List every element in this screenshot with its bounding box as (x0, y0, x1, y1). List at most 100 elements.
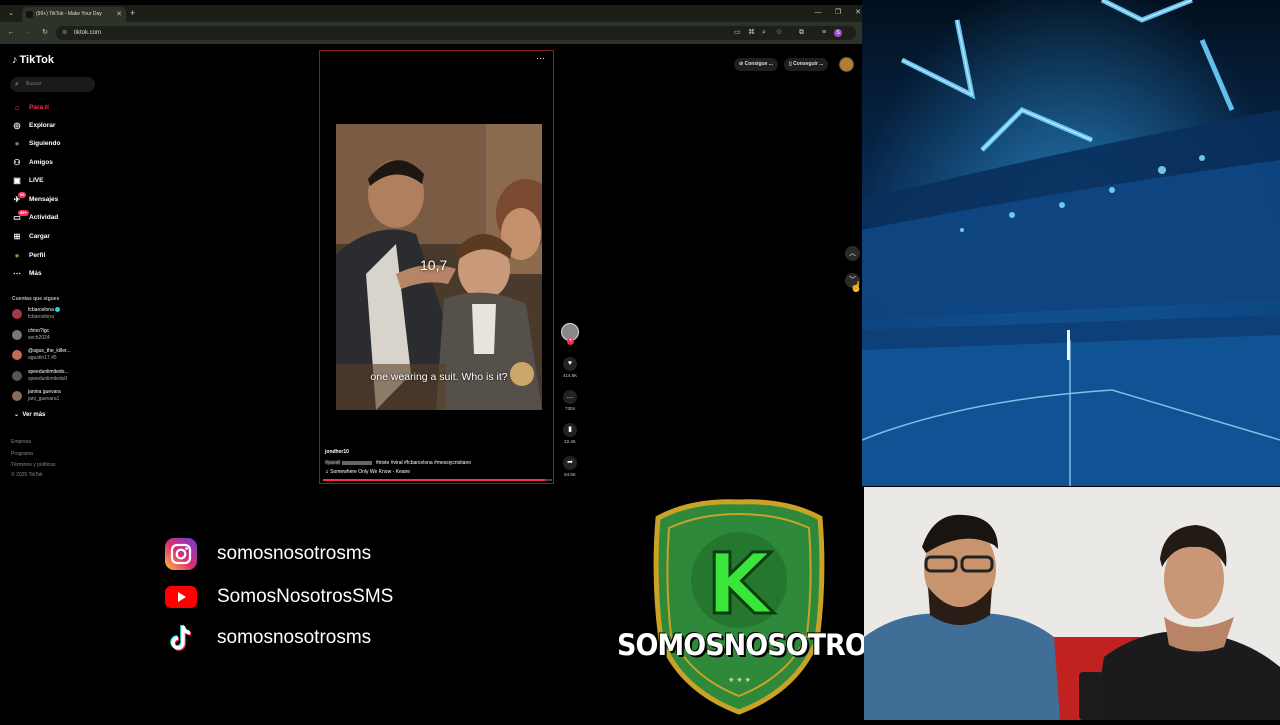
tiktok-page: ♪ TikTok ⌕ Buscar ⌂ Para ti ◎ Explorar ● Sigui… (0, 44, 862, 486)
sidebar-item-explorar[interactable]: ◎ Explorar (12, 119, 102, 133)
sidebar-item-para-ti[interactable]: ⌂ Para ti (12, 101, 102, 115)
following-account[interactable]: janina guevara jani_guevara1 (12, 388, 112, 406)
minimize-icon[interactable]: — (811, 8, 825, 18)
sidebar-item-label: Para ti (29, 104, 49, 111)
cast-icon[interactable]: ▭ (734, 29, 741, 37)
like-action[interactable]: ♥ 414.8K (562, 357, 578, 378)
account-handle: jani_guevara1 (28, 396, 60, 402)
account-name: speedunlimitedo... (28, 369, 69, 375)
comment-icon[interactable]: … (563, 390, 577, 404)
save-action[interactable]: ▮ 22.4K (562, 423, 578, 444)
following-account[interactable]: chino?igc sech2024 (12, 327, 112, 345)
notification-badge: 99+ (18, 210, 29, 216)
site-info-icon[interactable]: ⊜ (62, 26, 67, 40)
new-tab-button[interactable]: + (130, 7, 135, 20)
following-account[interactable]: speedunlimitedo... speedunlimitedo0 (12, 368, 112, 386)
footer-link-program[interactable]: Programa (11, 451, 33, 457)
tiktok-logo-text: TikTok (19, 54, 54, 66)
comment-action[interactable]: … 7304 (562, 390, 578, 411)
more-options-icon[interactable]: ⋯ (536, 53, 545, 64)
profile-avatar-icon: ● (14, 251, 20, 260)
youtube-handle: SomosNosotrosSMS (217, 586, 394, 607)
see-more-link[interactable]: ⌄ Ver más (14, 411, 45, 418)
sidebar-item-live[interactable]: ▣ LIVE (12, 174, 102, 188)
mouse-cursor-icon: ☝ (850, 282, 862, 293)
webcam-feed-image (864, 487, 1280, 720)
sidebar-item-label: Más (29, 270, 42, 277)
sidebar-item-actividad[interactable]: ▭ 99+ Actividad (12, 210, 102, 225)
account-name: fcbarcelona (28, 307, 60, 313)
footer-link-terms[interactable]: Términos y políticas (11, 462, 55, 468)
sidebar-item-label: Mensajes (29, 196, 59, 203)
blurred-text-bar (342, 460, 373, 465)
social-row-instagram: somosnosotrosms (164, 537, 524, 571)
account-avatar (12, 309, 22, 319)
tab-title: (99+) TikTok - Make Your Day (36, 11, 102, 17)
account-handle: agustin17.45 (28, 355, 57, 361)
get-coins-label: Consigue ... (744, 61, 773, 67)
account-name-text: chino?igc (28, 327, 50, 334)
sidebar-item-mensajes[interactable]: ✈ 99 Mensajes (12, 192, 102, 207)
video-hashtags[interactable]: #parati #triste #viral #fcbarcelona #mes… (325, 460, 471, 466)
share-icon[interactable]: ➦ (563, 456, 577, 470)
sidebar-item-siguiendo[interactable]: ● Siguiendo (12, 137, 102, 151)
shield-crest-icon: K (653, 499, 825, 715)
video-frame[interactable]: 10,7 one wearing a suit. Who is it? (336, 124, 542, 410)
get-coins-button[interactable]: ⊘ Consigue ... (734, 58, 778, 71)
previous-video-chevron-up-icon[interactable]: ︿ (845, 246, 860, 261)
logo-k-letter: K (706, 535, 774, 633)
maximize-icon[interactable]: ❐ (831, 8, 845, 18)
follow-plus-icon[interactable]: + (567, 338, 574, 345)
close-window-icon[interactable]: ✕ (851, 8, 862, 18)
get-app-label: Conseguir ... (793, 61, 824, 67)
heart-icon[interactable]: ♥ (563, 357, 577, 371)
sidebar-item-label: Perfil (29, 252, 46, 259)
extensions-icon[interactable]: ⧉ (799, 29, 804, 37)
account-name-text: speedunlimitedo... (28, 368, 69, 375)
account-avatar (12, 391, 22, 401)
following-account[interactable]: fcbarcelona fcbarcelona (12, 306, 112, 324)
sidebar-item-amigos[interactable]: ⚇ Amigos (12, 156, 102, 170)
profile-avatar[interactable]: S (834, 29, 842, 37)
get-app-button[interactable]: ▯ Conseguir ... (784, 58, 829, 71)
bookmark-star-icon[interactable]: ☆ (776, 29, 782, 37)
creator-avatar[interactable]: + (561, 323, 579, 345)
sidebar-item-cargar[interactable]: ⊞ Cargar (12, 230, 102, 244)
bookmark-icon[interactable]: ▮ (563, 423, 577, 437)
sidebar-item-perfil[interactable]: ● Perfil (12, 249, 102, 263)
tab-groups-icon[interactable]: ≡ (822, 29, 826, 37)
instagram-icon (165, 538, 197, 570)
account-handle: speedunlimitedo0 (28, 375, 68, 382)
tab-search-icon[interactable]: ⌄ (6, 8, 16, 19)
video-overlay-number: 10,7 (420, 257, 448, 273)
tiktok-logo[interactable]: ♪ TikTok (12, 54, 54, 66)
user-avatar[interactable] (839, 57, 854, 72)
address-bar[interactable]: ⊜ tiktok.com ▭ ⌘ ⌕ ☆ ⧉ ≡ S (56, 26, 856, 40)
following-account[interactable]: @agus_the_killer... agustin17.45 (12, 347, 112, 365)
video-author[interactable]: jondher10 (325, 449, 349, 455)
live-icon: ▣ (13, 176, 21, 185)
chevron-down-icon: ⌄ (14, 412, 20, 418)
video-progress-bar[interactable] (323, 479, 552, 481)
video-music[interactable]: ♫ Somewhere Only We Know - Keane (325, 469, 410, 475)
footer-link-company[interactable]: Empresa (11, 439, 31, 445)
somosnosotros-logo: K SOMOSNOSOTROS ★ ★ ★ (617, 490, 886, 720)
sidebar-item-m-s[interactable]: ⋯ Más (12, 267, 102, 281)
close-tab-icon[interactable]: ✕ (116, 7, 122, 22)
browser-window: ⌄ (99+) TikTok - Make Your Day ✕ + — ❐ ✕… (0, 0, 862, 486)
social-row-tiktok: somosnosotrosms (164, 621, 524, 655)
video-progress-fill (323, 479, 546, 481)
compass-icon: ◎ (13, 121, 21, 130)
translate-icon[interactable]: ⌘ (748, 29, 755, 37)
video-player[interactable]: ⋯ 10,7 one wearing a suit. Who is it? jo… (319, 50, 554, 484)
forward-icon[interactable]: → (23, 28, 33, 38)
browser-tab[interactable]: (99+) TikTok - Make Your Day ✕ (22, 7, 126, 22)
hashtag-blurred: #parati (325, 460, 341, 466)
more-icon: ⋯ (13, 269, 21, 278)
reload-icon[interactable]: ↻ (40, 28, 50, 38)
share-action[interactable]: ➦ 54.5K (562, 456, 578, 477)
zoom-icon[interactable]: ⌕ (762, 29, 766, 37)
back-icon[interactable]: ← (6, 28, 16, 38)
search-input[interactable]: ⌕ Buscar (10, 77, 95, 92)
youtube-icon (165, 586, 197, 608)
